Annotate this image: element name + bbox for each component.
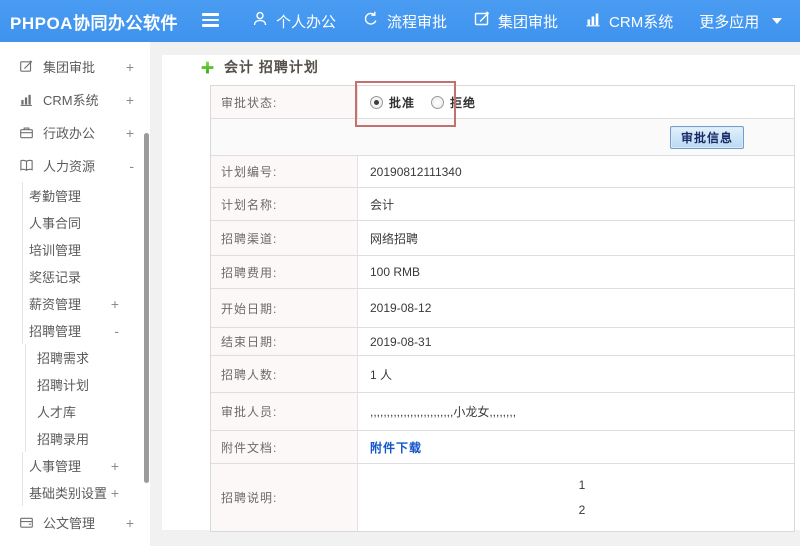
- edit-icon: [18, 59, 34, 75]
- headcount-value: 1 人: [370, 367, 393, 382]
- sidebar-item-hr-contract[interactable]: 人事合同: [0, 209, 150, 236]
- caret-down-icon: [772, 18, 783, 24]
- sidebar-item-recruit-plan[interactable]: 招聘计划: [0, 371, 150, 398]
- expand-sign[interactable]: +: [126, 515, 134, 531]
- add-plus-icon: [200, 60, 215, 75]
- row-plan-number: 计划编号: 20190812111340: [211, 156, 794, 188]
- nav-label: 个人办公: [276, 13, 337, 31]
- person-icon: [251, 10, 276, 32]
- sidebar-item-personnel-mgmt[interactable]: 人事管理 +: [0, 452, 150, 479]
- sidebar-item-salary[interactable]: 薪资管理 +: [0, 290, 150, 317]
- sidebar-label: 人力资源: [43, 159, 96, 174]
- bar-chart-icon: [18, 92, 34, 108]
- app-logo: PHPOA协同办公软件: [10, 13, 178, 33]
- sidebar-label: 行政办公: [43, 126, 96, 141]
- nav-more-apps[interactable]: 更多应用: [686, 0, 795, 42]
- sidebar-item-talent-pool[interactable]: 人才库: [0, 398, 150, 425]
- collapse-sign[interactable]: -: [129, 158, 134, 174]
- sidebar-item-attendance[interactable]: 考勤管理: [0, 182, 150, 209]
- sidebar-item-admin-office[interactable]: 行政办公 +: [0, 116, 150, 149]
- attachment-download-link[interactable]: 附件下载: [370, 439, 422, 456]
- briefcase-icon: [18, 125, 34, 141]
- sidebar-item-group-approval[interactable]: 集团审批 +: [0, 50, 150, 83]
- recruit-channel-value: 网络招聘: [370, 231, 419, 246]
- radio-approve-circle[interactable]: [370, 95, 383, 109]
- sidebar-item-vehicles[interactable]: 用车管理 +: [0, 539, 150, 546]
- nav-process-approval[interactable]: 流程审批: [349, 0, 460, 42]
- row-plan-name: 计划名称: 会计: [211, 188, 794, 221]
- row-headcount: 招聘人数: 1 人: [211, 356, 794, 393]
- sidebar-item-recruit-demand[interactable]: 招聘需求: [0, 344, 150, 371]
- bar-chart-icon: [584, 10, 609, 32]
- sidebar-item-human-resources[interactable]: 人力资源 -: [0, 149, 150, 182]
- sidebar-item-training[interactable]: 培训管理: [0, 236, 150, 263]
- field-label: 审批状态:: [211, 86, 358, 118]
- row-approvers: 审批人员: ,,,,,,,,,,,,,,,,,,,,,,,,,小龙女,,,,,,…: [211, 393, 794, 431]
- sidebar-label: 集团审批: [43, 60, 96, 75]
- edit-icon: [473, 10, 498, 32]
- page-header: 会计 招聘计划: [200, 55, 319, 79]
- sidebar-item-documents[interactable]: 公文管理 +: [0, 506, 150, 539]
- nav-label: 流程审批: [387, 13, 448, 31]
- row-description: 招聘说明: 1 2: [211, 464, 794, 531]
- sidebar: 集团审批 + CRM系统 + 行政办公 + 人力资源 - 考勤管理 人事合同 培…: [0, 42, 150, 546]
- radio-approve[interactable]: 批准: [370, 94, 415, 111]
- sidebar-label: CRM系统: [43, 93, 99, 108]
- plan-number-value: 20190812111340: [370, 164, 462, 179]
- nav-label: 更多应用: [699, 13, 760, 31]
- nav-label: CRM系统: [609, 13, 674, 31]
- approval-radio-group: 批准 拒绝: [358, 86, 794, 118]
- plan-name-value: 会计: [370, 197, 395, 212]
- nav-crm-system[interactable]: CRM系统: [571, 0, 686, 42]
- row-start-date: 开始日期: 2019-08-12: [211, 289, 794, 328]
- topbar: PHPOA协同办公软件 个人办公 流程审批 集团审批 CRM系统 更多应用: [0, 0, 800, 42]
- expand-sign[interactable]: +: [111, 485, 119, 501]
- expand-sign[interactable]: +: [126, 125, 134, 141]
- row-recruit-cost: 招聘费用: 100 RMB: [211, 256, 794, 289]
- nav-label: 集团审批: [498, 13, 559, 31]
- hamburger-menu-icon[interactable]: [202, 13, 219, 29]
- start-date-value: 2019-08-12: [370, 301, 432, 315]
- process-icon: [362, 10, 387, 32]
- row-end-date: 结束日期: 2019-08-31: [211, 328, 794, 356]
- expand-sign[interactable]: +: [126, 59, 134, 75]
- sidebar-scrollbar[interactable]: [144, 133, 149, 483]
- app-window: PHPOA协同办公软件 个人办公 流程审批 集团审批 CRM系统 更多应用 集团…: [0, 0, 800, 546]
- row-recruit-channel: 招聘渠道: 网络招聘: [211, 221, 794, 256]
- page-title: 会计 招聘计划: [224, 59, 319, 75]
- expand-sign[interactable]: +: [111, 296, 119, 312]
- approvers-value: ,,,,,,,,,,,,,,,,,,,,,,,,,小龙女,,,,,,,,: [370, 405, 517, 419]
- end-date-value: 2019-08-31: [370, 334, 432, 349]
- sidebar-item-rewards[interactable]: 奖惩记录: [0, 263, 150, 290]
- sidebar-item-recruit-mgmt[interactable]: 招聘管理 -: [0, 317, 150, 344]
- row-approval-status: 审批状态: 批准 拒绝: [211, 86, 794, 119]
- row-attachment: 附件文档: 附件下载: [211, 431, 794, 464]
- top-nav: 个人办公 流程审批 集团审批 CRM系统 更多应用: [238, 0, 795, 42]
- sidebar-item-base-categories[interactable]: 基础类别设置 +: [0, 479, 150, 506]
- nav-group-approval[interactable]: 集团审批: [460, 0, 571, 42]
- collapse-sign[interactable]: -: [114, 323, 119, 339]
- sidebar-item-recruit-hire[interactable]: 招聘录用: [0, 425, 150, 452]
- book-icon: [18, 158, 34, 174]
- recruit-cost-value: 100 RMB: [370, 265, 421, 279]
- recruit-plan-detail-table: 审批状态: 批准 拒绝 审批信息 计划编号: 20190812111340 计划…: [210, 85, 795, 532]
- expand-sign[interactable]: +: [126, 92, 134, 108]
- approval-info-button[interactable]: 审批信息: [670, 125, 744, 149]
- description-value: 1 2: [578, 477, 586, 517]
- radio-reject[interactable]: 拒绝: [431, 94, 476, 111]
- nav-personal-office[interactable]: 个人办公: [238, 0, 349, 42]
- document-icon: [18, 515, 34, 531]
- sidebar-item-crm[interactable]: CRM系统 +: [0, 83, 150, 116]
- expand-sign[interactable]: +: [111, 458, 119, 474]
- row-approval-button: 审批信息: [211, 119, 794, 156]
- radio-reject-circle[interactable]: [431, 95, 445, 109]
